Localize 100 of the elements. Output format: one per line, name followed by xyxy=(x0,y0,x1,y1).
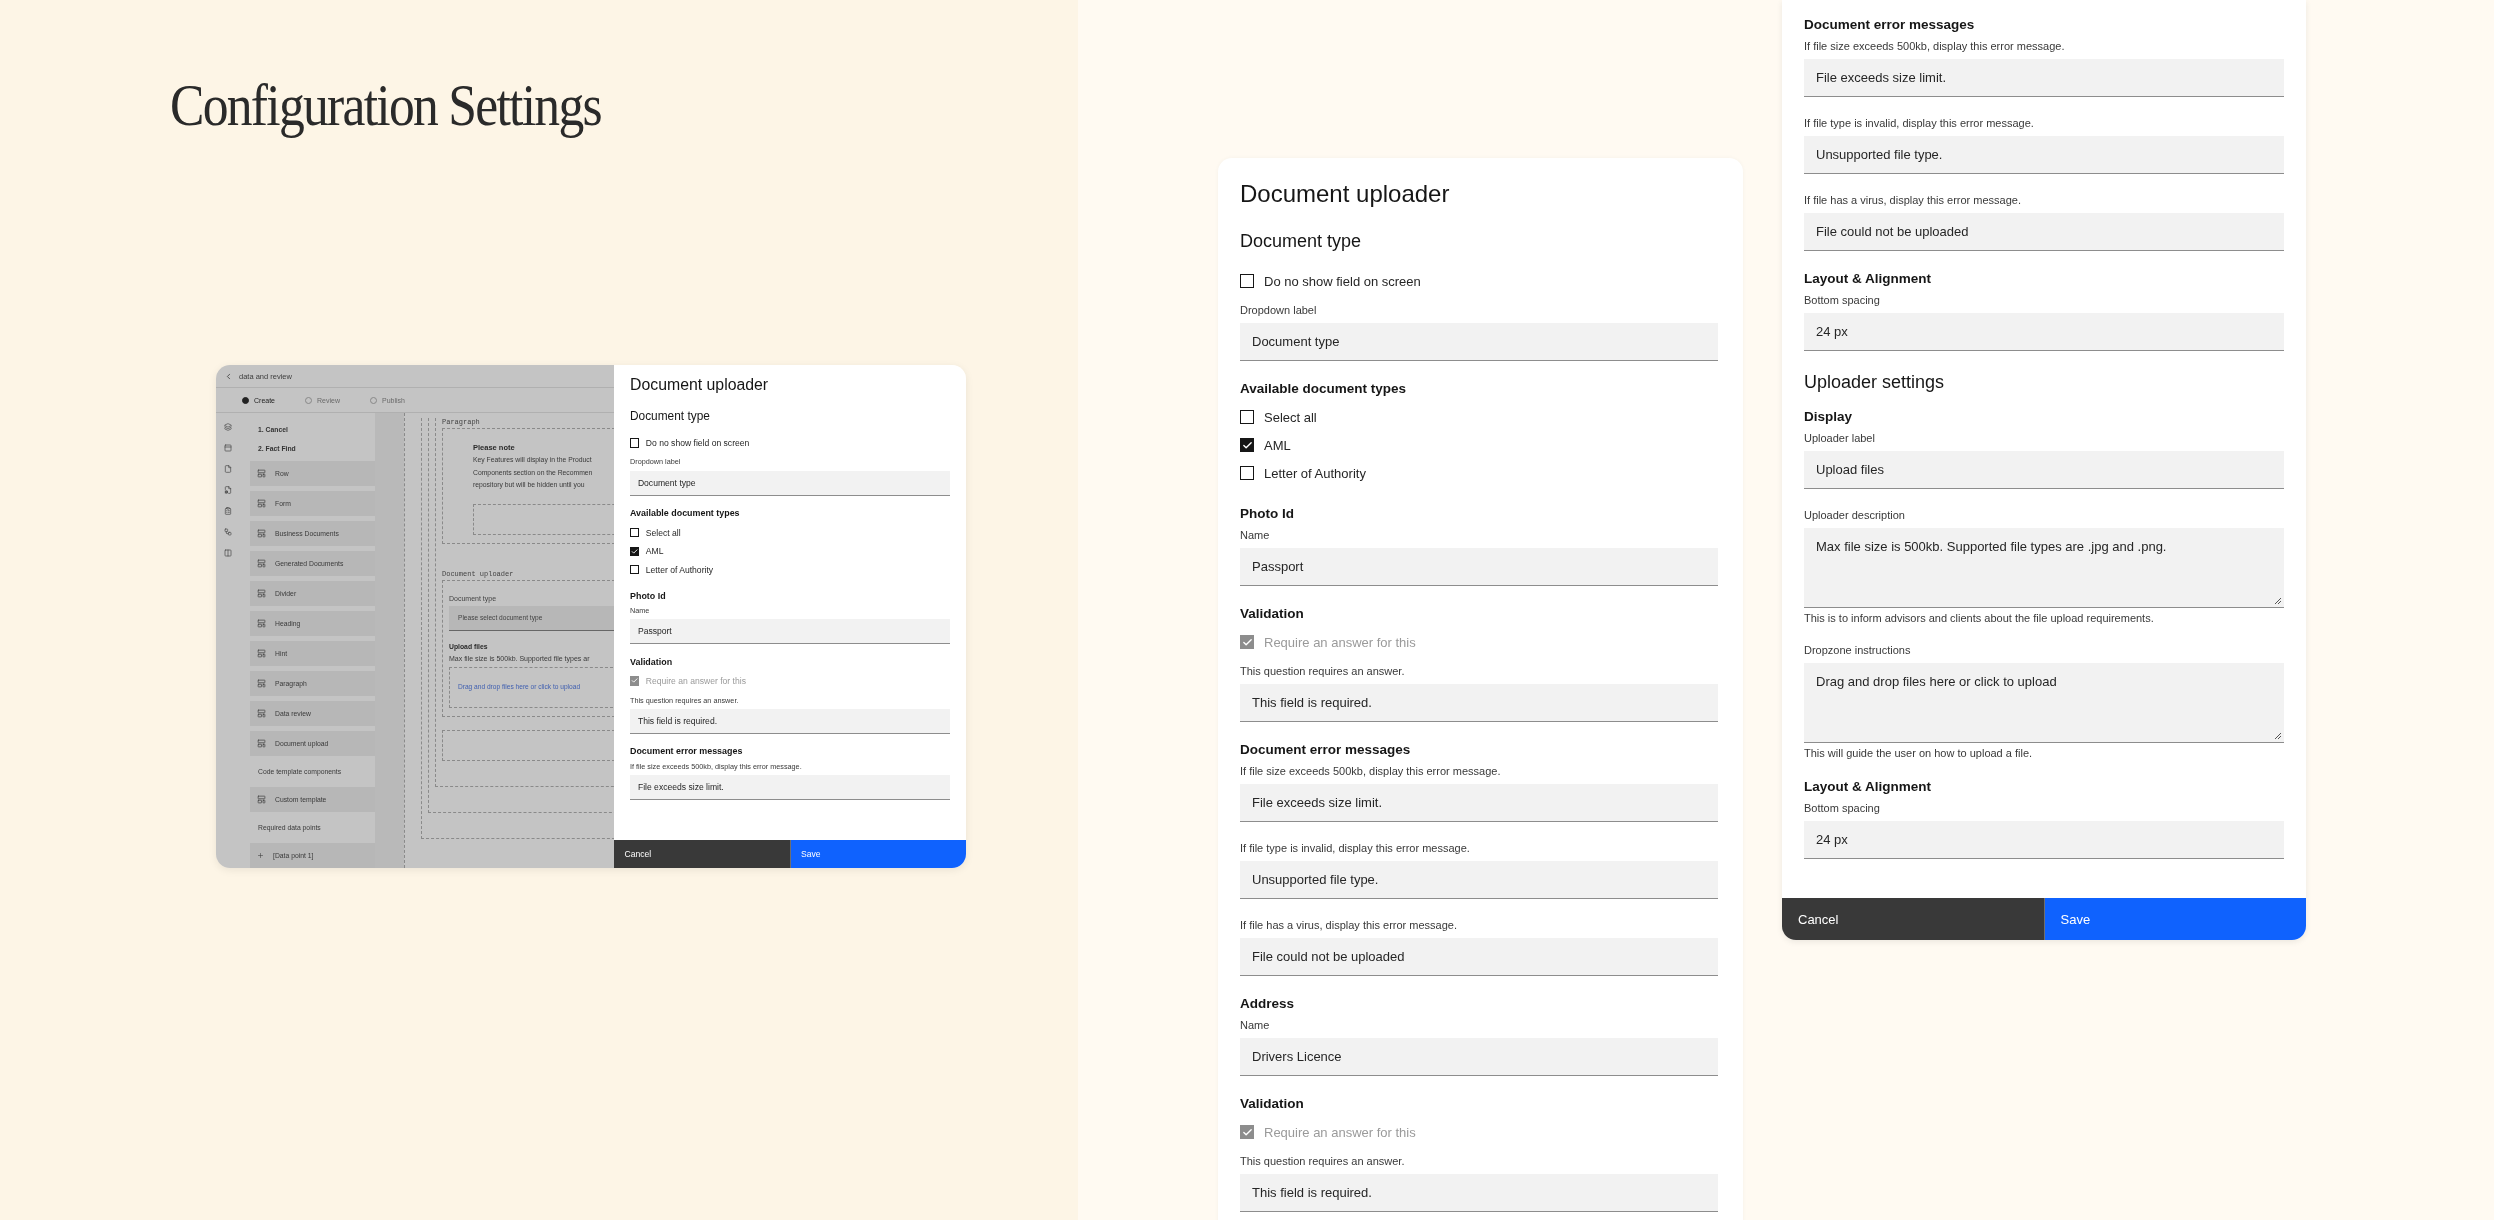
field-label: This question requires an answer. xyxy=(1240,1154,1406,1168)
input-field[interactable]: Unsupported file type. xyxy=(1240,861,1718,899)
checkbox[interactable] xyxy=(630,564,640,575)
input-field[interactable]: Document type xyxy=(1240,323,1718,361)
input-field[interactable]: File could not be uploaded xyxy=(1240,938,1718,976)
layout-icon xyxy=(257,499,266,508)
input-field[interactable]: 24 px xyxy=(1804,313,2284,351)
input-field[interactable]: This field is required. xyxy=(1240,684,1718,722)
layout-icon xyxy=(257,739,266,748)
checkbox-label: Letter of Authority xyxy=(1264,465,1366,481)
page-title: Configuration Settings xyxy=(170,71,602,140)
checkbox[interactable] xyxy=(630,528,640,538)
group-heading: Display xyxy=(1804,408,1854,426)
group-heading: Layout & Alignment xyxy=(1804,270,1932,288)
group-heading: Photo Id xyxy=(630,590,667,603)
group-heading: Photo Id xyxy=(1240,505,1295,523)
checkbox-label: AML xyxy=(645,546,664,557)
field-label: Dropdown label xyxy=(1240,303,1318,317)
text-area[interactable]: Drag and drop files here or click to upload xyxy=(1804,663,2284,743)
panel-icon[interactable] xyxy=(224,444,232,452)
layout-icon xyxy=(257,619,266,628)
group-heading: Layout & Alignment xyxy=(1804,778,1932,796)
layout-icon xyxy=(257,679,266,688)
input-field[interactable]: 24 px xyxy=(1804,821,2284,859)
group-heading: Document error messages xyxy=(630,746,744,759)
section-heading: Document type xyxy=(630,408,711,425)
layout-icon xyxy=(257,649,266,658)
checkbox-label: AML xyxy=(1264,437,1291,453)
input-field[interactable]: This field is required. xyxy=(630,708,950,734)
input-field[interactable]: Drivers Licence xyxy=(1240,1038,1718,1076)
input-field[interactable]: File exceeds size limit. xyxy=(1804,59,2284,97)
helper-text: This will guide the user on how to upload a file. xyxy=(1804,747,2034,759)
checkbox[interactable] xyxy=(1240,274,1254,288)
layout-icon xyxy=(257,795,266,804)
field-label: Bottom spacing xyxy=(1804,801,1881,815)
checkbox[interactable] xyxy=(1240,438,1254,452)
cancel-button[interactable]: Cancel xyxy=(1782,898,2044,940)
checkbox[interactable] xyxy=(630,546,640,556)
plus-icon xyxy=(257,852,264,859)
back-icon[interactable] xyxy=(224,371,233,381)
input-field[interactable]: This field is required. xyxy=(1240,1174,1718,1212)
field-label: If file size exceeds 500kb, display this error message. xyxy=(1240,764,1502,778)
input-field[interactable]: Passport xyxy=(630,619,950,645)
group-heading: Validation xyxy=(1240,605,1305,623)
group-heading: Document error messages xyxy=(1240,741,1412,759)
layout-icon xyxy=(257,709,266,718)
clipboard-icon[interactable] xyxy=(224,507,232,515)
field-label: If file has a virus, display this error message. xyxy=(1804,193,2023,207)
field-label: Name xyxy=(1240,1018,1271,1032)
columns-icon[interactable] xyxy=(224,549,232,557)
group-heading: Validation xyxy=(1240,1095,1305,1113)
section-heading: Uploader settings xyxy=(1804,371,1946,394)
resize-handle-icon[interactable] xyxy=(2274,732,2282,740)
save-button[interactable]: Save xyxy=(789,840,966,868)
layers-icon[interactable] xyxy=(224,423,232,431)
field-label: This question requires an answer. xyxy=(1240,664,1406,678)
checkbox-label: Select all xyxy=(1264,409,1317,425)
layout-icon xyxy=(257,529,266,538)
checkbox-label: Require an answer for this xyxy=(645,676,746,687)
panel-title: Document uploader xyxy=(1240,179,1451,209)
layout-icon xyxy=(257,559,266,568)
flow-icon[interactable] xyxy=(224,528,232,536)
input-field[interactable]: File exceeds size limit. xyxy=(630,774,950,800)
layout-icon xyxy=(257,589,266,598)
checkbox-label: Letter of Authority xyxy=(645,564,714,575)
checkbox-label: Require an answer for this xyxy=(1264,634,1416,650)
helper-text: This is to inform advisors and clients about the file upload requirements. xyxy=(1804,612,2155,624)
document-gear-icon[interactable] xyxy=(224,486,232,494)
text-area[interactable]: Max file size is 500kb. Supported file types are .jpg and .png. xyxy=(1804,528,2284,608)
input-field[interactable]: Document type xyxy=(630,470,950,496)
layout-icon xyxy=(257,469,266,478)
field-label: Uploader description xyxy=(1804,508,1906,522)
resize-handle-icon[interactable] xyxy=(2274,597,2282,605)
checkbox-label: Do no show field on screen xyxy=(1264,273,1421,289)
checkbox-label: Do no show field on screen xyxy=(645,437,750,448)
group-heading: Available document types xyxy=(630,508,741,521)
input-field[interactable]: Unsupported file type. xyxy=(1804,136,2284,174)
field-label: If file size exceeds 500kb, display this error message. xyxy=(1804,39,2066,53)
panel-title: Document uploader xyxy=(630,375,770,395)
field-label: If file type is invalid, display this error message. xyxy=(1240,841,1471,855)
document-icon[interactable] xyxy=(224,465,232,473)
group-heading: Validation xyxy=(630,656,674,669)
checkbox[interactable] xyxy=(630,438,640,448)
field-label: Dropzone instructions xyxy=(1804,643,1912,657)
field-label: If file has a virus, display this error message. xyxy=(1240,918,1459,932)
field-label: Name xyxy=(1240,528,1271,542)
step-radio[interactable] xyxy=(242,396,249,404)
field-label: If file type is invalid, display this error message. xyxy=(1804,116,2035,130)
save-button[interactable]: Save xyxy=(2043,898,2306,940)
field-label: Bottom spacing xyxy=(1804,293,1881,307)
checkbox[interactable] xyxy=(1240,410,1254,424)
checkbox[interactable] xyxy=(1240,466,1254,480)
section-heading: Document type xyxy=(1240,230,1363,253)
group-heading: Available document types xyxy=(1240,380,1408,398)
input-field[interactable]: Passport xyxy=(1240,548,1718,586)
checkbox-label: Require an answer for this xyxy=(1264,1124,1416,1140)
input-field[interactable]: Upload files xyxy=(1804,451,2284,489)
input-field[interactable]: File exceeds size limit. xyxy=(1240,784,1718,822)
cancel-button[interactable]: Cancel xyxy=(614,840,790,868)
input-field[interactable]: File could not be uploaded xyxy=(1804,213,2284,251)
